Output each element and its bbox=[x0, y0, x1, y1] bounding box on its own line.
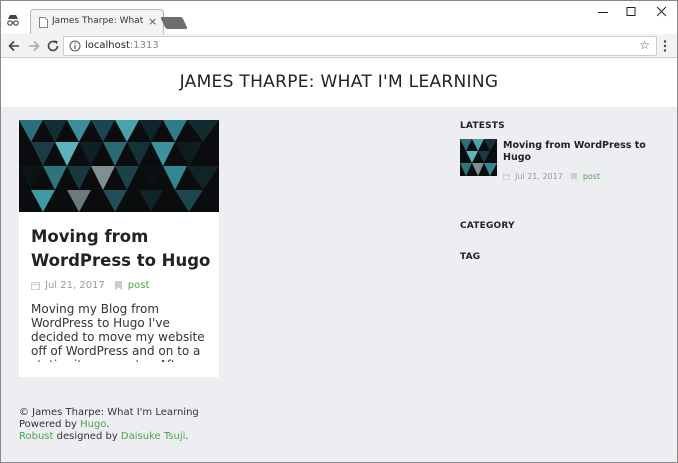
site-header: JAMES THARPE: WHAT I'M LEARNING bbox=[1, 59, 677, 107]
title-bar: James Tharpe: What I'm × bbox=[1, 1, 677, 34]
forward-icon[interactable] bbox=[26, 38, 42, 54]
latest-post-item[interactable]: Moving from WordPress to Hugo Jul 21, 20… bbox=[460, 139, 660, 181]
post-meta: Jul 21, 2017 post bbox=[31, 280, 149, 291]
post-title[interactable]: Moving from WordPress to Hugo bbox=[31, 225, 213, 273]
calendar-icon bbox=[31, 282, 40, 290]
bookmark-icon bbox=[571, 173, 577, 180]
back-icon[interactable] bbox=[6, 38, 22, 54]
footer-end: . bbox=[185, 431, 189, 442]
maximize-icon[interactable] bbox=[618, 4, 644, 20]
site-footer: © James Tharpe: What I'm Learning Powere… bbox=[19, 407, 199, 443]
author-link[interactable]: Daisuke Tsuji bbox=[121, 431, 185, 442]
post-card[interactable]: Moving from WordPress to Hugo Jul 21, 20… bbox=[19, 120, 219, 377]
browser-toolbar: localhost:1313 ☆ bbox=[1, 34, 677, 58]
hugo-link[interactable]: Hugo bbox=[80, 419, 106, 430]
minimize-icon[interactable] bbox=[590, 4, 616, 20]
post-category-link[interactable]: post bbox=[128, 280, 150, 291]
url-port: :1313 bbox=[129, 40, 159, 51]
footer-copyright: © James Tharpe: What I'm Learning bbox=[19, 407, 199, 418]
address-bar[interactable]: localhost:1313 ☆ bbox=[63, 36, 657, 56]
reload-icon[interactable] bbox=[45, 38, 61, 54]
bookmark-icon bbox=[114, 281, 122, 290]
tab-title: James Tharpe: What I'm bbox=[52, 16, 146, 26]
incognito-icon bbox=[7, 15, 19, 26]
close-tab-icon[interactable]: × bbox=[148, 15, 157, 28]
latest-post-title[interactable]: Moving from WordPress to Hugo bbox=[503, 140, 653, 164]
footer-powered-suffix: . bbox=[106, 419, 110, 430]
latest-post-thumbnail[interactable] bbox=[460, 139, 497, 176]
url-host: localhost bbox=[85, 40, 130, 51]
sidebar: LATESTS Moving from WordPress to Hugo Ju… bbox=[460, 121, 660, 262]
tab-active[interactable]: James Tharpe: What I'm × bbox=[30, 9, 164, 34]
footer-designed-by: designed by bbox=[53, 431, 121, 442]
latest-post-date: Jul 21, 2017 bbox=[515, 172, 563, 181]
page-icon bbox=[39, 17, 48, 28]
footer-powered-prefix: Powered by bbox=[19, 419, 81, 430]
latest-post-meta: Jul 21, 2017 post bbox=[503, 172, 600, 181]
post-excerpt: Moving my Blog from WordPress to Hugo I'… bbox=[31, 302, 205, 362]
category-heading: CATEGORY bbox=[460, 221, 515, 231]
browser-window: James Tharpe: What I'm × bbox=[0, 0, 678, 463]
latest-post-category-link[interactable]: post bbox=[583, 172, 600, 181]
new-tab-button[interactable] bbox=[160, 17, 188, 29]
web-page: JAMES THARPE: WHAT I'M LEARNING Moving f… bbox=[1, 59, 677, 462]
info-icon[interactable] bbox=[69, 40, 81, 52]
close-window-icon[interactable] bbox=[648, 4, 674, 20]
bookmark-star-icon[interactable]: ☆ bbox=[639, 38, 650, 52]
url-text: localhost:1313 bbox=[85, 40, 159, 51]
menu-icon[interactable] bbox=[663, 39, 667, 53]
post-thumbnail[interactable] bbox=[19, 120, 219, 212]
robust-link[interactable]: Robust bbox=[19, 431, 53, 442]
latests-heading: LATESTS bbox=[460, 121, 505, 131]
footer-powered: Powered by Hugo. bbox=[19, 419, 199, 431]
site-title[interactable]: JAMES THARPE: WHAT I'M LEARNING bbox=[1, 72, 677, 92]
footer-theme: Robust designed by Daisuke Tsuji. bbox=[19, 431, 199, 443]
tag-heading: TAG bbox=[460, 252, 481, 262]
post-date: Jul 21, 2017 bbox=[45, 280, 105, 291]
calendar-icon bbox=[503, 173, 510, 180]
